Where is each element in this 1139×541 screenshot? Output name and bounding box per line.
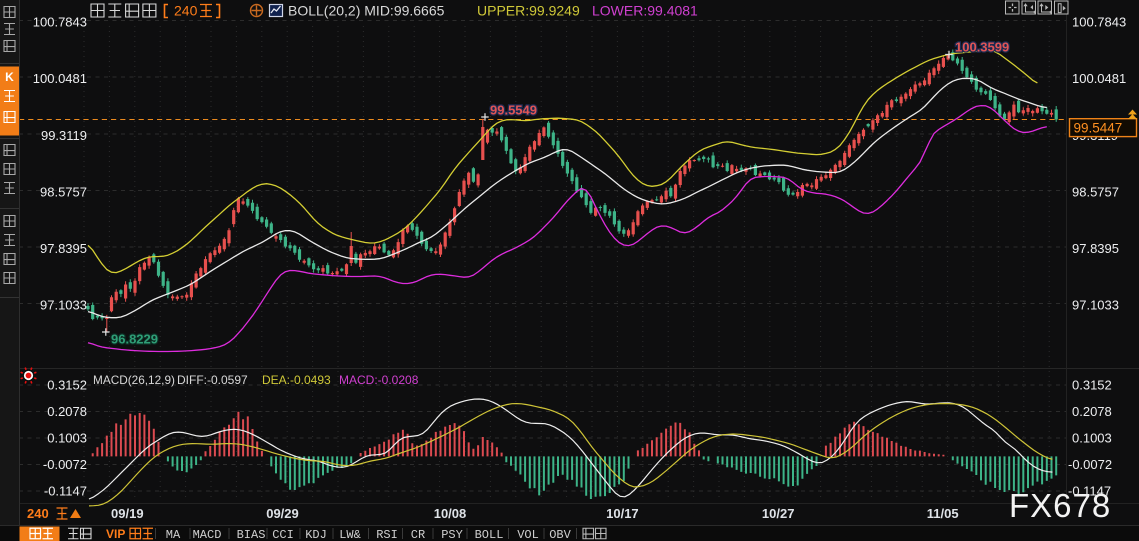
svg-text:0.1003: 0.1003	[1072, 431, 1112, 446]
svg-text:MACD:-0.0208: MACD:-0.0208	[339, 373, 419, 387]
svg-text:100.0481: 100.0481	[1072, 71, 1126, 86]
svg-text:97.8395: 97.8395	[1072, 241, 1119, 256]
svg-text:MA: MA	[166, 528, 181, 541]
svg-text:09/29: 09/29	[266, 506, 299, 521]
svg-text:09/19: 09/19	[111, 506, 144, 521]
svg-text:240: 240	[27, 506, 49, 521]
svg-text:RSI: RSI	[376, 528, 398, 541]
svg-text:100.0481: 100.0481	[33, 71, 87, 86]
svg-text:MACD: MACD	[193, 528, 222, 541]
svg-text:VOL: VOL	[517, 528, 539, 541]
svg-text:OBV: OBV	[549, 528, 571, 541]
svg-text:97.8395: 97.8395	[40, 241, 87, 256]
svg-text:LW&: LW&	[339, 528, 361, 541]
svg-text:DEA:-0.0493: DEA:-0.0493	[262, 373, 331, 387]
svg-text:99.5447: 99.5447	[1074, 120, 1123, 135]
svg-text:0.1003: 0.1003	[47, 431, 87, 446]
svg-text:K: K	[5, 70, 14, 84]
svg-text:97.1033: 97.1033	[40, 298, 87, 313]
svg-text:100.7843: 100.7843	[33, 15, 87, 30]
svg-text:KDJ: KDJ	[305, 528, 327, 541]
svg-text:0.3152: 0.3152	[47, 378, 87, 393]
svg-text:11/05: 11/05	[927, 506, 959, 521]
svg-text:240: 240	[174, 3, 198, 19]
svg-text:0.3152: 0.3152	[1072, 378, 1112, 393]
svg-text:UPPER:99.9249: UPPER:99.9249	[477, 3, 580, 19]
svg-text:VIP: VIP	[106, 527, 125, 541]
svg-text:97.1033: 97.1033	[1072, 298, 1119, 313]
svg-text:MACD(26,12,9): MACD(26,12,9)	[93, 373, 175, 387]
svg-text:10/08: 10/08	[434, 506, 467, 521]
svg-text:-0.1147: -0.1147	[1068, 484, 1111, 499]
svg-text:CR: CR	[411, 528, 425, 541]
svg-text:10/17: 10/17	[606, 506, 639, 521]
svg-text:CCI: CCI	[272, 528, 294, 541]
svg-text:99.3119: 99.3119	[41, 128, 87, 143]
svg-text:0.2078: 0.2078	[1072, 404, 1112, 419]
svg-text:98.5757: 98.5757	[1072, 185, 1119, 200]
svg-text:BIAS: BIAS	[237, 528, 266, 541]
svg-text:96.8229: 96.8229	[111, 332, 158, 347]
svg-text:DIFF:-0.0597: DIFF:-0.0597	[177, 373, 248, 387]
svg-text:PSY: PSY	[441, 528, 463, 541]
svg-text:98.5757: 98.5757	[40, 185, 87, 200]
svg-text:10/27: 10/27	[762, 506, 795, 521]
svg-text:-0.0072: -0.0072	[43, 457, 87, 472]
svg-text:99.5549: 99.5549	[490, 103, 537, 118]
svg-text:BOLL(20,2) MID:99.6665: BOLL(20,2) MID:99.6665	[288, 3, 445, 19]
svg-text:100.7843: 100.7843	[1072, 15, 1126, 30]
svg-text:-0.1147: -0.1147	[44, 484, 87, 499]
svg-text:100.3599: 100.3599	[955, 40, 1009, 55]
svg-text:-0.0072: -0.0072	[1068, 457, 1112, 472]
svg-text:LOWER:99.4081: LOWER:99.4081	[592, 3, 698, 19]
svg-text:0.2078: 0.2078	[47, 404, 87, 419]
svg-text:BOLL: BOLL	[475, 528, 504, 541]
